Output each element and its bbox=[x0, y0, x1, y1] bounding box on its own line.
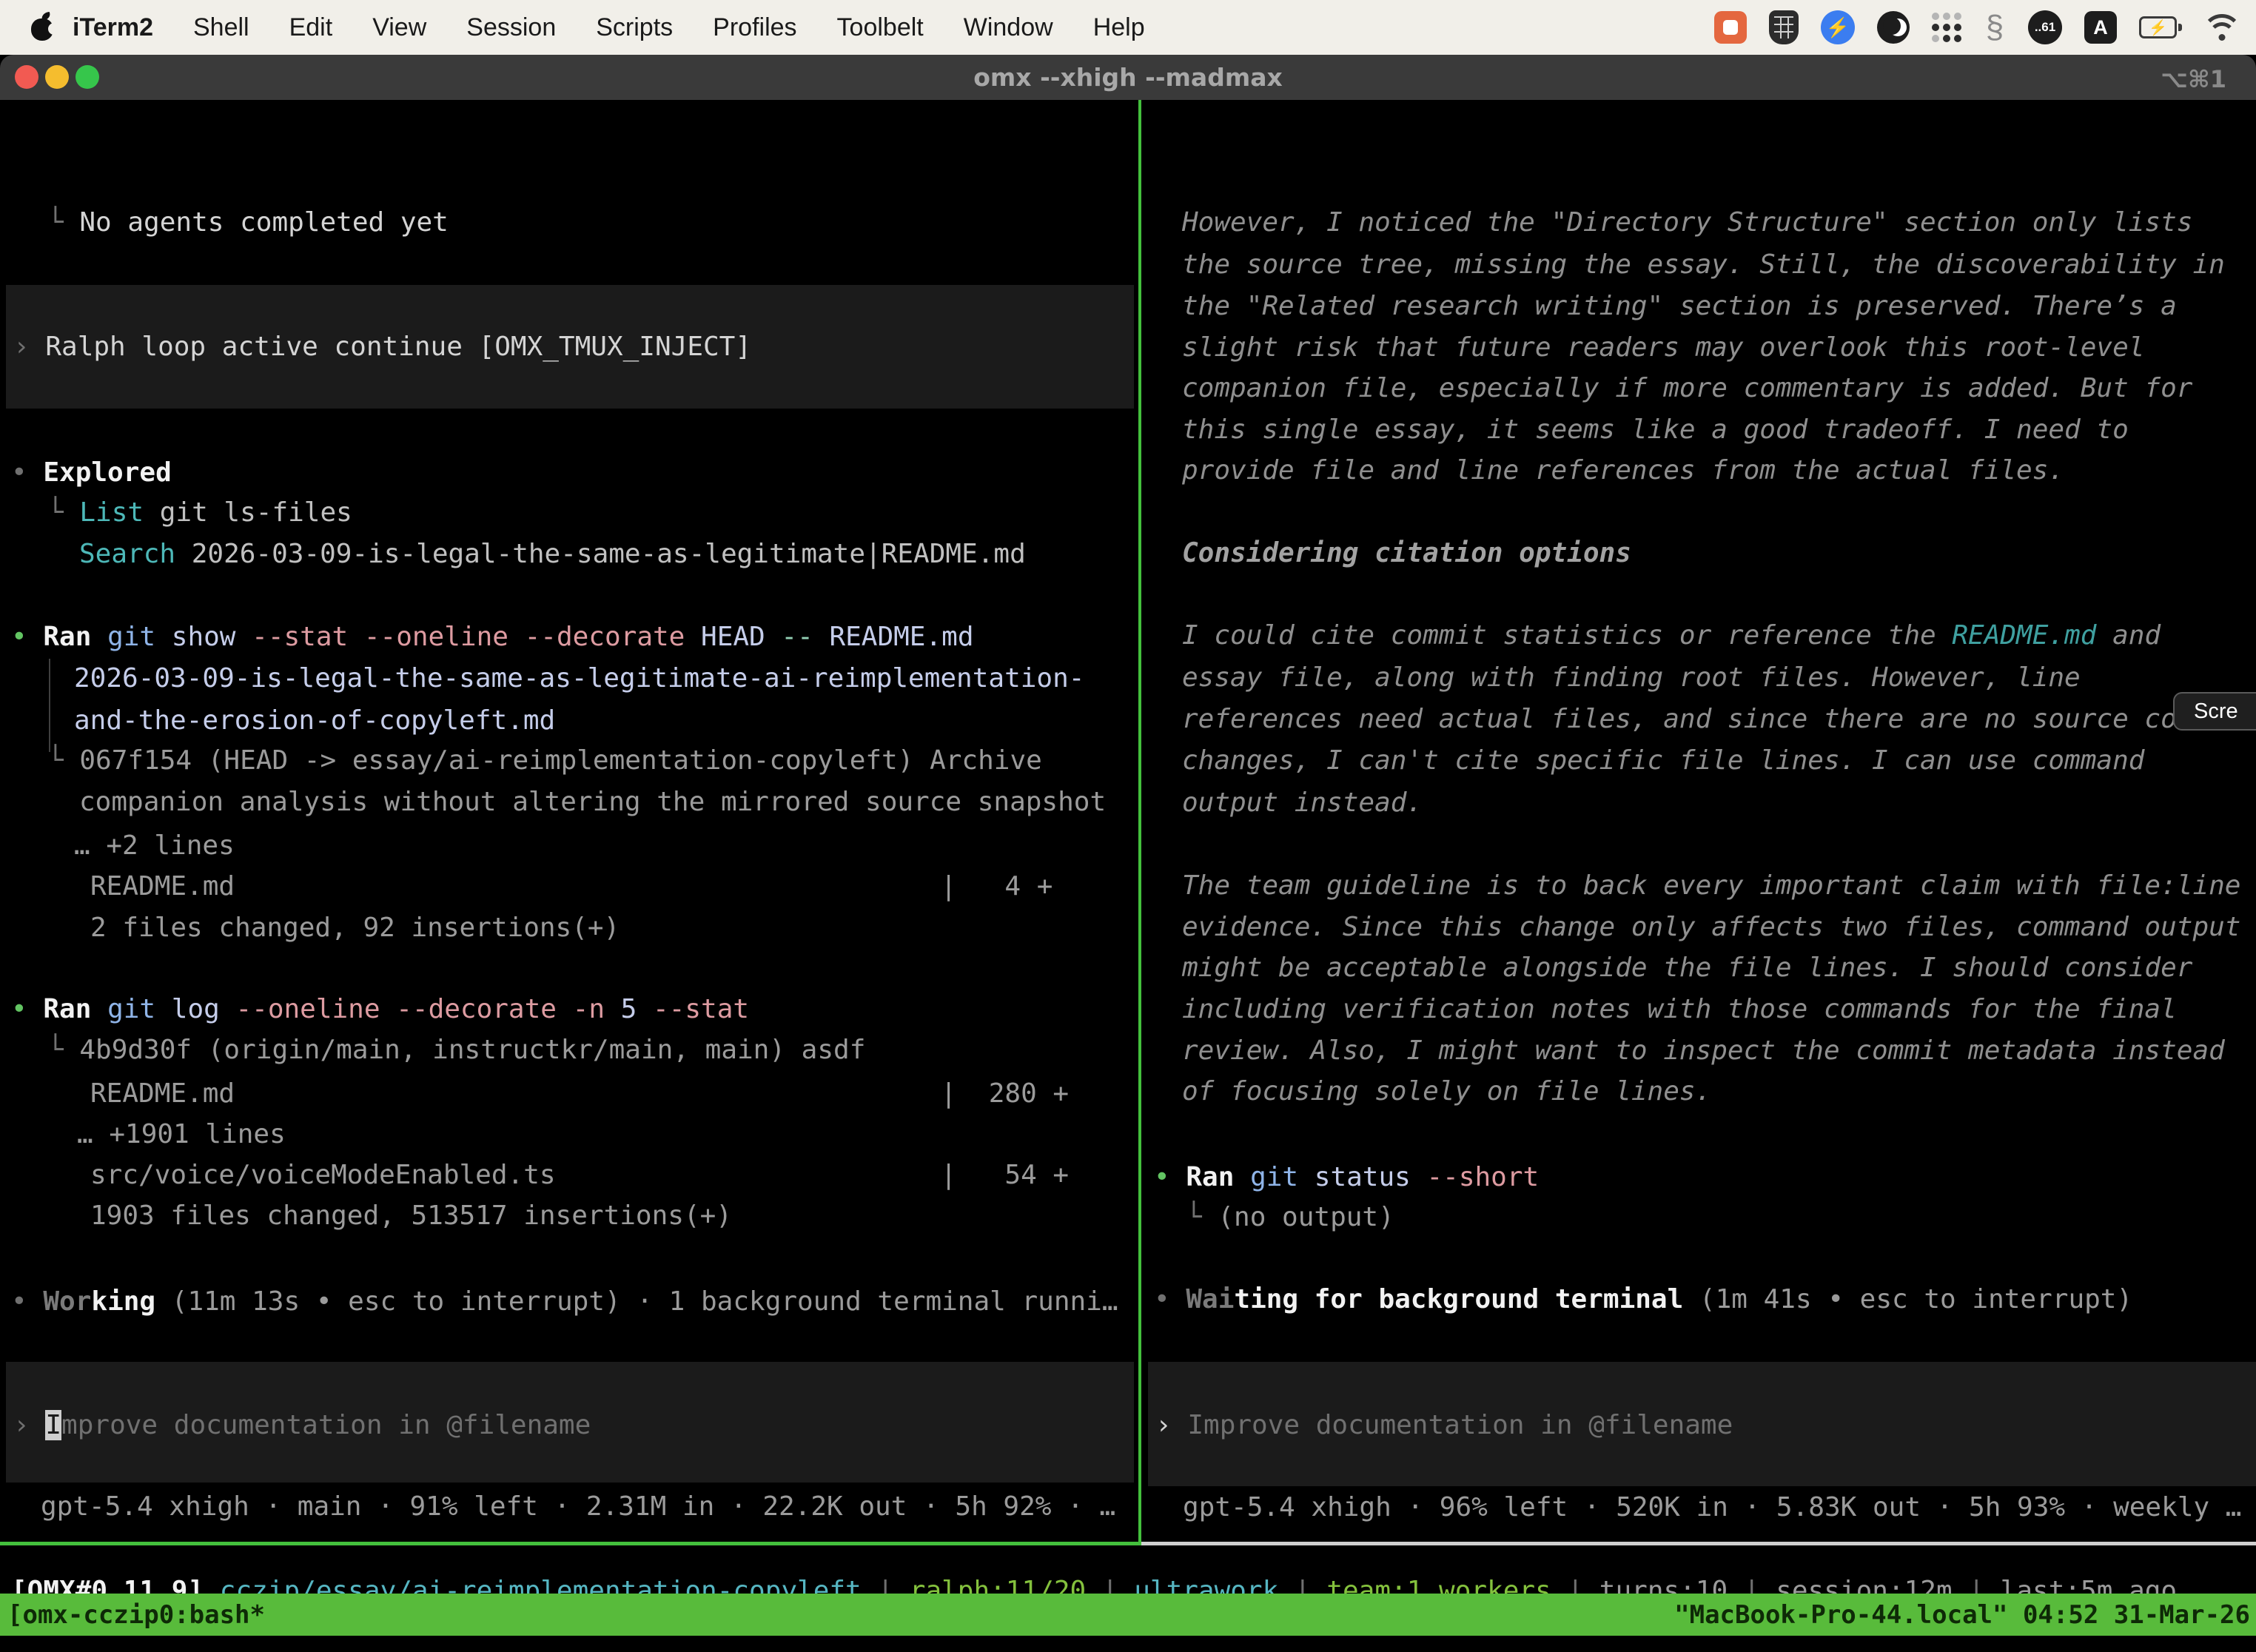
git-status-no-output: └ (no output) bbox=[1186, 1196, 1394, 1238]
battery-icon[interactable]: ⚡ bbox=[2139, 10, 2182, 44]
working-status-line: • Working (11m 13s • esc to interrupt) ·… bbox=[11, 1280, 1118, 1323]
apple-menu-icon[interactable] bbox=[30, 13, 55, 42]
menu-item-window[interactable]: Window bbox=[944, 13, 1073, 42]
screen-share-chip[interactable]: Scre bbox=[2173, 692, 2256, 731]
git-show-arg-line2: and-the-erosion-of-copyleft.md bbox=[74, 699, 555, 742]
thinking-para3-line3: might be acceptable alongside the file l… bbox=[1182, 947, 2192, 989]
explored-header: • Explored bbox=[11, 451, 172, 494]
chat-app-icon[interactable] bbox=[1714, 11, 1747, 44]
macos-menu-bar: iTerm2 Shell Edit View Session Scripts P… bbox=[0, 0, 2256, 55]
thinking-para3-line1: The team guideline is to back every impo… bbox=[1182, 864, 2240, 907]
menu-item-toolbelt[interactable]: Toolbelt bbox=[817, 13, 944, 42]
git-show-output-commit: └ 067f154 (HEAD -> essay/ai-reimplementa… bbox=[47, 739, 1042, 782]
window-title-bar: omx --xhigh --madmax bbox=[0, 55, 2256, 100]
ran-git-status-command: • Ran git status --short bbox=[1154, 1156, 1539, 1198]
dot-grid-icon[interactable] bbox=[1932, 13, 1961, 42]
prompt-input-right[interactable]: › Improve documentation in @filename bbox=[1148, 1362, 2256, 1486]
agents-note: └ No agents completed yet bbox=[47, 201, 449, 244]
tmux-status-bar: [omx-cczip0:bash* "MacBook-Pro-44.local"… bbox=[0, 1594, 2256, 1636]
thinking-para3-line6: of focusing solely on file lines. bbox=[1182, 1070, 1711, 1112]
waiting-status-line: • Waiting for background terminal (1m 41… bbox=[1154, 1278, 2132, 1320]
thinking-para3-line5: review. Also, I might want to inspect th… bbox=[1182, 1030, 2225, 1072]
thinking-para1-line3: the "Related research writing" section i… bbox=[1182, 285, 2177, 327]
moon-circle-icon[interactable] bbox=[1877, 11, 1910, 44]
thinking-para2-line4: changes, I can't cite specific file line… bbox=[1182, 739, 2144, 782]
git-show-stat-readme: README.md | 4 + bbox=[90, 865, 1053, 907]
git-log-output-commit: └ 4b9d30f (origin/main, instructkr/main,… bbox=[47, 1029, 865, 1071]
pane-border-bottom-left bbox=[0, 1542, 1141, 1545]
thinking-para2-line3: references need actual files, and since … bbox=[1182, 698, 2209, 740]
explored-search-line: Search 2026-03-09-is-legal-the-same-as-l… bbox=[79, 533, 1026, 575]
zoom-button[interactable] bbox=[75, 65, 99, 89]
explored-list-line: └ List git ls-files bbox=[47, 491, 352, 534]
git-show-output-message: companion analysis without altering the … bbox=[79, 781, 1106, 823]
thinking-para2-line1: I could cite commit statistics or refere… bbox=[1182, 614, 2161, 657]
pane-divider-vertical[interactable] bbox=[1138, 100, 1141, 1545]
thinking-para1-line7: provide file and line references from th… bbox=[1182, 449, 2064, 491]
window-title: omx --xhigh --madmax bbox=[0, 63, 2256, 92]
tmux-session-window: [omx-cczip0:bash* bbox=[0, 1600, 265, 1630]
blue-bolt-icon[interactable]: ⚡ bbox=[1821, 10, 1855, 44]
inject-banner-text: › Ralph loop active continue [OMX_TMUX_I… bbox=[13, 326, 751, 368]
menu-item-scripts[interactable]: Scripts bbox=[576, 13, 693, 42]
thinking-para2-line5: output instead. bbox=[1182, 782, 1423, 824]
model-status-left: gpt-5.4 xhigh · main · 91% left · 2.31M … bbox=[41, 1485, 1115, 1528]
menu-item-iterm2[interactable]: iTerm2 bbox=[65, 13, 173, 42]
thinking-heading: Considering citation options bbox=[1182, 532, 1631, 574]
prompt-input-left-text[interactable]: › Improve documentation in @filename bbox=[13, 1404, 591, 1446]
close-button[interactable] bbox=[15, 65, 38, 89]
menu-item-help[interactable]: Help bbox=[1073, 13, 1165, 42]
menu-item-session[interactable]: Session bbox=[446, 13, 576, 42]
thinking-para1-line2: the source tree, missing the essay. Stil… bbox=[1182, 244, 2225, 286]
prompt-input-right-text[interactable]: › Improve documentation in @filename bbox=[1155, 1404, 1733, 1446]
thinking-para1-line4: slight risk that future readers may over… bbox=[1182, 326, 2144, 369]
prompt-input-left[interactable]: › Improve documentation in @filename bbox=[6, 1362, 1134, 1483]
screen-share-chip-label: Scre bbox=[2194, 699, 2238, 724]
git-show-output-more: … +2 lines bbox=[74, 825, 235, 867]
thinking-para3-line2: evidence. Since this change only affects… bbox=[1182, 906, 2240, 948]
inject-banner: › Ralph loop active continue [OMX_TMUX_I… bbox=[6, 285, 1134, 409]
tmux-host-clock: "MacBook-Pro-44.local" 04:52 31-Mar-26 bbox=[1674, 1600, 2256, 1630]
thinking-para1-line1: However, I noticed the "Directory Struct… bbox=[1182, 201, 2192, 244]
terminal-content: └ No agents completed yet › Ralph loop a… bbox=[0, 100, 2256, 1652]
git-show-stat-summary: 2 files changed, 92 insertions(+) bbox=[90, 907, 620, 949]
input-source-icon[interactable]: A bbox=[2084, 11, 2117, 44]
minimize-button[interactable] bbox=[45, 65, 69, 89]
git-log-stat-summary: 1903 files changed, 513517 insertions(+) bbox=[90, 1195, 732, 1237]
ran-git-log-command: • Ran git log --oneline --decorate -n 5 … bbox=[11, 988, 749, 1030]
model-status-right: gpt-5.4 xhigh · 96% left · 520K in · 5.8… bbox=[1183, 1486, 2241, 1528]
menu-item-profiles[interactable]: Profiles bbox=[693, 13, 816, 42]
ran-git-show-command: • Ran git show --stat --oneline --decora… bbox=[11, 616, 974, 658]
git-log-stat-voice: src/voice/voiceModeEnabled.ts | 54 + bbox=[90, 1154, 1069, 1196]
menu-item-view[interactable]: View bbox=[352, 13, 446, 42]
thinking-para1-line6: this single essay, it seems like a good … bbox=[1182, 409, 2129, 451]
git-log-stat-readme: README.md | 280 + bbox=[90, 1072, 1069, 1115]
squiggle-icon[interactable]: § bbox=[1984, 10, 2006, 44]
thinking-para1-line5: companion file, especially if more comme… bbox=[1182, 367, 2192, 409]
git-log-output-more: … +1901 lines bbox=[77, 1113, 286, 1155]
shield-grid-icon[interactable] bbox=[1769, 10, 1799, 44]
tree-guide-line bbox=[49, 659, 50, 752]
menu-item-shell[interactable]: Shell bbox=[173, 13, 269, 42]
menu-item-edit[interactable]: Edit bbox=[269, 13, 353, 42]
tab-shortcut-label: ⌥⌘1 bbox=[2161, 65, 2226, 93]
wifi-icon[interactable] bbox=[2204, 13, 2240, 42]
pane-border-bottom-right bbox=[1141, 1542, 2256, 1545]
thinking-para3-line4: including verification notes with those … bbox=[1182, 988, 2177, 1030]
percent-badge-icon[interactable]: ..61 bbox=[2028, 10, 2062, 44]
thinking-para2-line2: essay file, along with finding root file… bbox=[1182, 657, 2081, 699]
git-show-arg-line1: 2026-03-09-is-legal-the-same-as-legitima… bbox=[74, 657, 1084, 699]
